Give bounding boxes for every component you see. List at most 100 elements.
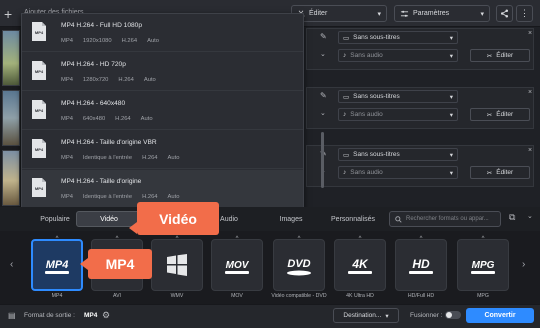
4k-format-icon: 4K	[348, 257, 372, 274]
chevron-down-icon: ▾	[385, 312, 389, 320]
more-options-button[interactable]: ⋮	[516, 5, 533, 22]
video-thumbnail[interactable]	[2, 90, 20, 146]
chevron-down-icon: ▾	[449, 52, 453, 60]
tab-images[interactable]: Images	[258, 211, 324, 227]
format-tile-mpg[interactable]: MPG	[457, 239, 509, 291]
chevron-right-icon[interactable]: ›	[522, 259, 525, 270]
edit-file-button[interactable]: ✂ Éditer	[470, 49, 530, 62]
svg-text:MP4: MP4	[35, 147, 44, 152]
preset-details: MP4 1280x720 H.264 Auto	[61, 77, 156, 83]
audio-select[interactable]: ♪ Sans audio ▾	[338, 49, 458, 62]
chevron-down-icon: ▾	[480, 10, 484, 18]
custom-preset-icon[interactable]: ⧉	[509, 212, 515, 223]
preset-item[interactable]: MP4 MP4 H.264 - Taille d'origine VBR MP4…	[22, 131, 303, 169]
windows-logo-icon	[167, 254, 187, 276]
mp4-file-icon: MP4	[32, 178, 46, 197]
svg-text:4K: 4K	[351, 257, 369, 271]
share-button[interactable]	[496, 5, 513, 22]
settings-sliders-icon	[400, 10, 409, 17]
mov-format-icon: MOV	[225, 260, 250, 274]
svg-text:HD: HD	[412, 257, 430, 271]
edit-file-label: Éditer	[496, 111, 514, 118]
edit-file-button[interactable]: ✂ Éditer	[470, 166, 530, 179]
scissors-icon: ✂	[486, 52, 493, 60]
chevron-down-icon: ▾	[449, 93, 453, 101]
subtitles-select[interactable]: ▭ Sans sous-titres ▾	[338, 31, 458, 44]
edit-file-button[interactable]: ✂ Éditer	[470, 108, 530, 121]
callout-pointer	[129, 222, 137, 234]
audio-value: Sans audio	[350, 169, 383, 176]
mp4-file-icon: MP4	[32, 61, 46, 80]
format-label: MP4	[51, 293, 63, 299]
convert-button[interactable]: Convertir	[466, 308, 534, 323]
chevron-down-icon: ▾	[377, 10, 381, 18]
merge-toggle[interactable]	[445, 311, 461, 319]
add-files-plus-icon[interactable]: +	[4, 6, 22, 22]
format-tile-hd[interactable]: HD	[395, 239, 447, 291]
chevron-left-icon[interactable]: ‹	[10, 259, 13, 270]
format-label: HD/Full HD	[407, 293, 435, 299]
subtitles-value: Sans sous-titres	[353, 34, 400, 41]
scissors-icon: ✂	[486, 111, 493, 119]
chevron-down-icon[interactable]: ⌄	[320, 109, 326, 117]
settings-toolbar-button[interactable]: Paramètres ▾	[394, 5, 490, 22]
preset-title: MP4 H.264 - Taille d'origine VBR	[61, 139, 157, 146]
chevron-down-icon[interactable]: ⌄	[527, 212, 533, 220]
video-thumbnail[interactable]	[2, 30, 20, 86]
svg-text:MP4: MP4	[35, 108, 44, 113]
output-format-icon: ▤	[8, 311, 16, 320]
close-icon[interactable]: ×	[528, 147, 532, 154]
output-format-value[interactable]: MP4	[84, 312, 97, 319]
format-tile-wmv[interactable]	[151, 239, 203, 291]
pencil-icon[interactable]: ✎	[320, 32, 327, 41]
svg-text:MOV: MOV	[226, 260, 250, 271]
subtitles-select[interactable]: ▭ Sans sous-titres ▾	[338, 90, 458, 103]
mp4-format-icon: MP4	[45, 259, 69, 274]
close-icon[interactable]: ×	[528, 89, 532, 96]
subtitles-select[interactable]: ▭ Sans sous-titres ▾	[338, 148, 458, 161]
merge-label: Fusionner :	[410, 312, 443, 319]
output-format-label: Format de sortie :	[24, 312, 75, 319]
preset-dropdown: MP4 MP4 H.264 - Full HD 1080p MP4 1920x10…	[21, 13, 324, 209]
destination-button[interactable]: Destination... ▾	[333, 308, 399, 323]
format-tile-4k[interactable]: 4K	[334, 239, 386, 291]
chevron-down-icon: ▾	[449, 151, 453, 159]
chevron-down-icon: ▾	[449, 169, 453, 177]
format-label: MPG	[477, 293, 489, 299]
close-icon[interactable]: ×	[528, 30, 532, 37]
format-search-input[interactable]: Rechercher formats ou appar...	[389, 211, 501, 227]
format-tile-mov[interactable]: MOV	[211, 239, 263, 291]
preset-item[interactable]: MP4 MP4 H.264 - 640x480 MP4 640x480 H.264 A…	[22, 92, 303, 130]
preset-details: MP4 1920x1080 H.264 Auto	[61, 38, 160, 44]
callout-mp4: MP4	[88, 249, 152, 279]
audio-value: Sans audio	[350, 52, 383, 59]
format-tile-mp4[interactable]: MP4	[31, 239, 83, 291]
audio-icon: ♪	[343, 52, 347, 59]
audio-icon: ♪	[343, 169, 347, 176]
preset-details: MP4 Identique à l'entrée H.264 Auto	[61, 194, 180, 200]
search-placeholder: Rechercher formats ou appar...	[406, 216, 489, 222]
pencil-icon[interactable]: ✎	[320, 91, 327, 100]
format-label: WMV	[170, 293, 184, 299]
settings-toolbar-label: Paramètres	[413, 10, 450, 17]
svg-text:MP4: MP4	[35, 30, 44, 35]
mp4-file-icon: MP4	[32, 100, 46, 119]
chevron-down-icon[interactable]: ⌄	[320, 50, 326, 58]
audio-select[interactable]: ♪ Sans audio ▾	[338, 166, 458, 179]
preset-item[interactable]: MP4 MP4 H.264 - Full HD 1080p MP4 1920x10…	[22, 14, 303, 52]
audio-select[interactable]: ♪ Sans audio ▾	[338, 108, 458, 121]
preset-item[interactable]: MP4 MP4 H.264 - HD 720p MP4 1280x720 H.264…	[22, 53, 303, 91]
svg-text:DVD: DVD	[287, 258, 310, 270]
preset-title: MP4 H.264 - Taille d'origine	[61, 178, 142, 185]
preset-details: MP4 Identique à l'entrée H.264 Auto	[61, 155, 180, 161]
edit-toolbar-button[interactable]: Éditer ▾	[291, 5, 387, 22]
video-thumbnail[interactable]	[2, 150, 20, 206]
audio-icon: ♪	[343, 111, 347, 118]
gear-icon[interactable]: ⚙	[102, 310, 110, 321]
dropdown-scrollbar[interactable]	[321, 132, 324, 188]
format-tile-dvd[interactable]: DVD	[273, 239, 325, 291]
kebab-menu-icon: ⋮	[520, 8, 529, 18]
svg-text:MP4: MP4	[35, 186, 44, 191]
tab-personnalises[interactable]: Personnalisés	[320, 211, 386, 227]
svg-text:MP4: MP4	[35, 69, 44, 74]
